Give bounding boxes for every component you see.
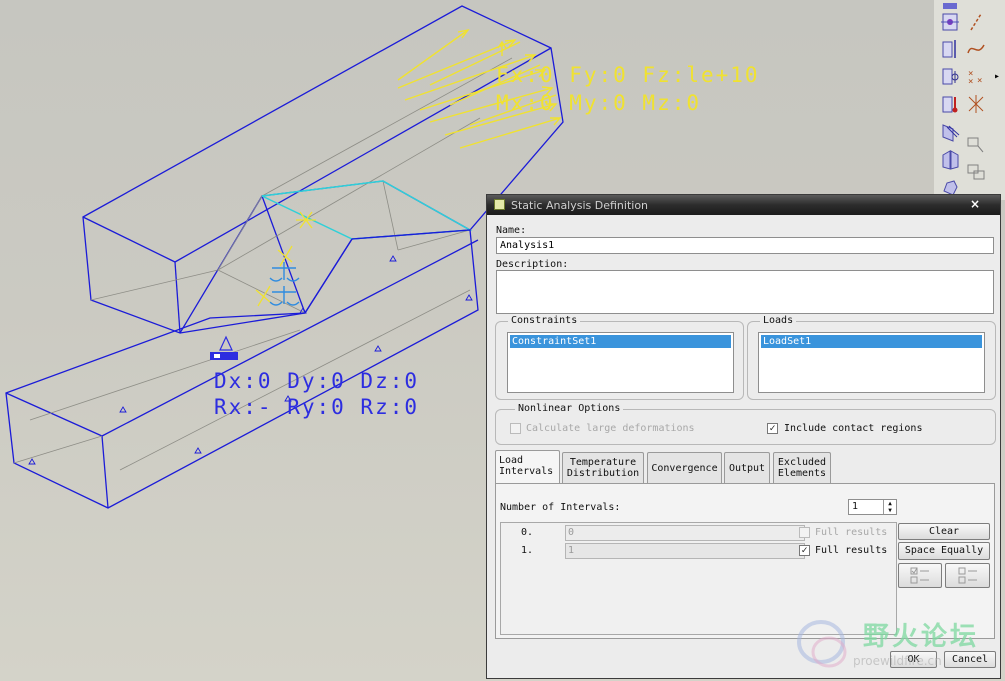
interval-0-full-results-checkbox [799, 527, 810, 538]
tab-load-intervals-line2: Intervals [499, 466, 554, 477]
large-deformations-checkbox[interactable] [510, 423, 521, 434]
temperature-icon[interactable] [937, 92, 963, 116]
clear-button[interactable]: Clear [898, 523, 990, 540]
load-moment-label: Mx:0 My:0 Mz:0 [496, 91, 701, 115]
loads-group: Loads LoadSet1 [747, 315, 996, 400]
datum-point-icon[interactable] [937, 64, 963, 88]
load-force-label: Fx:0 Fy:0 Fz:le+10 [496, 63, 760, 87]
tab-excluded-line2: Elements [777, 468, 827, 479]
interval-1-full-results-label: Full results [815, 545, 888, 556]
intervals-table: 0. 0 Full results 1. 1 ✓ Full results [500, 522, 897, 635]
tab-convergence[interactable]: Convergence [647, 452, 722, 483]
description-label: Description: [496, 259, 569, 270]
tab-excluded-line1: Excluded [777, 457, 827, 468]
tab-temperature-line2: Distribution [566, 468, 640, 479]
spinner-up-icon[interactable]: ▲ [883, 500, 896, 507]
tab-temperature-distribution[interactable]: Temperature Distribution [562, 452, 644, 483]
tab-load-intervals[interactable]: Load Intervals [495, 450, 560, 484]
constraint-rotation-label: Rx:- Ry:0 Rz:0 [214, 395, 419, 419]
nonlinear-options-title: Nonlinear Options [515, 403, 624, 414]
number-of-intervals-spinner[interactable]: 1 ▲ ▼ [848, 499, 897, 515]
interval-1-value[interactable]: 1 [565, 543, 805, 559]
interval-0-index: 0. [521, 527, 534, 538]
beam-icon[interactable] [937, 120, 963, 144]
midsurface-icon[interactable] [937, 148, 963, 172]
interval-1-full-results-checkbox[interactable]: ✓ [799, 545, 810, 556]
name-label: Name: [496, 225, 527, 236]
constraints-listbox[interactable]: ConstraintSet1 [507, 332, 734, 393]
expand-toolbar-icon[interactable]: ▸ [992, 64, 1002, 88]
loads-title: Loads [760, 315, 797, 326]
nonlinear-options-group: Nonlinear Options Calculate large deform… [495, 403, 996, 445]
cancel-button[interactable]: Cancel [944, 651, 996, 668]
svg-text:×: × [977, 76, 982, 86]
include-contact-checkbox[interactable]: ✓ [767, 423, 778, 434]
coordinate-system-icon[interactable]: × × × [963, 64, 989, 88]
constraint-set-item[interactable]: ConstraintSet1 [510, 335, 731, 348]
svg-text:×: × [968, 77, 973, 87]
unchecked-list-icon [958, 567, 977, 584]
name-input[interactable] [496, 237, 994, 254]
include-contact-label: Include contact regions [784, 423, 923, 434]
tab-load-intervals-line1: Load [499, 455, 524, 466]
tab-output-label: Output [728, 463, 766, 474]
dialog-app-icon [494, 199, 505, 210]
simulation-toolbar: × × × ▸ [934, 0, 1005, 200]
sketch-curve-icon[interactable] [963, 37, 989, 61]
rigid-link-icon[interactable] [963, 133, 989, 157]
checklist-icon [910, 567, 929, 584]
ok-button[interactable]: OK [890, 651, 937, 668]
dialog-title: Static Analysis Definition [511, 199, 649, 212]
loads-listbox[interactable]: LoadSet1 [758, 332, 985, 393]
constraint-displacement-label: Dx:0 Dy:0 Dz:0 [214, 369, 419, 393]
shell-pair-icon[interactable] [963, 92, 989, 116]
spinner-down-icon[interactable]: ▼ [883, 507, 896, 514]
number-of-intervals-label: Number of Intervals: [500, 502, 621, 513]
interval-0-full-results-label: Full results [815, 527, 888, 538]
weld-icon[interactable] [963, 160, 989, 184]
interval-0-value: 0 [565, 525, 805, 541]
volume-region-icon[interactable] [937, 37, 963, 61]
deselect-all-intervals-button[interactable] [945, 563, 990, 588]
upper-block-mesh [90, 57, 513, 314]
constraints-title: Constraints [508, 315, 581, 326]
static-analysis-dialog: Static Analysis Definition × Name: Descr… [486, 194, 1001, 679]
description-textarea[interactable] [496, 270, 994, 314]
dialog-titlebar[interactable]: Static Analysis Definition × [487, 195, 1000, 215]
constraint-symbol [210, 335, 238, 360]
tab-temperature-line1: Temperature [569, 457, 637, 468]
select-all-intervals-button[interactable] [898, 563, 942, 588]
surface-region-icon[interactable] [937, 10, 963, 34]
tab-convergence-label: Convergence [651, 463, 718, 474]
close-button[interactable]: × [955, 197, 995, 212]
space-equally-button[interactable]: Space Equally [898, 542, 990, 560]
interval-1-index: 1. [521, 545, 534, 556]
tab-output[interactable]: Output [724, 452, 770, 483]
number-of-intervals-value: 1 [852, 501, 859, 512]
datum-line-icon[interactable] [963, 10, 989, 34]
large-deformations-label: Calculate large deformations [526, 423, 695, 434]
load-set-item[interactable]: LoadSet1 [761, 335, 982, 348]
contact-region [261, 180, 473, 240]
tab-excluded-elements[interactable]: Excluded Elements [773, 452, 831, 483]
constraints-group: Constraints ConstraintSet1 [495, 315, 744, 400]
